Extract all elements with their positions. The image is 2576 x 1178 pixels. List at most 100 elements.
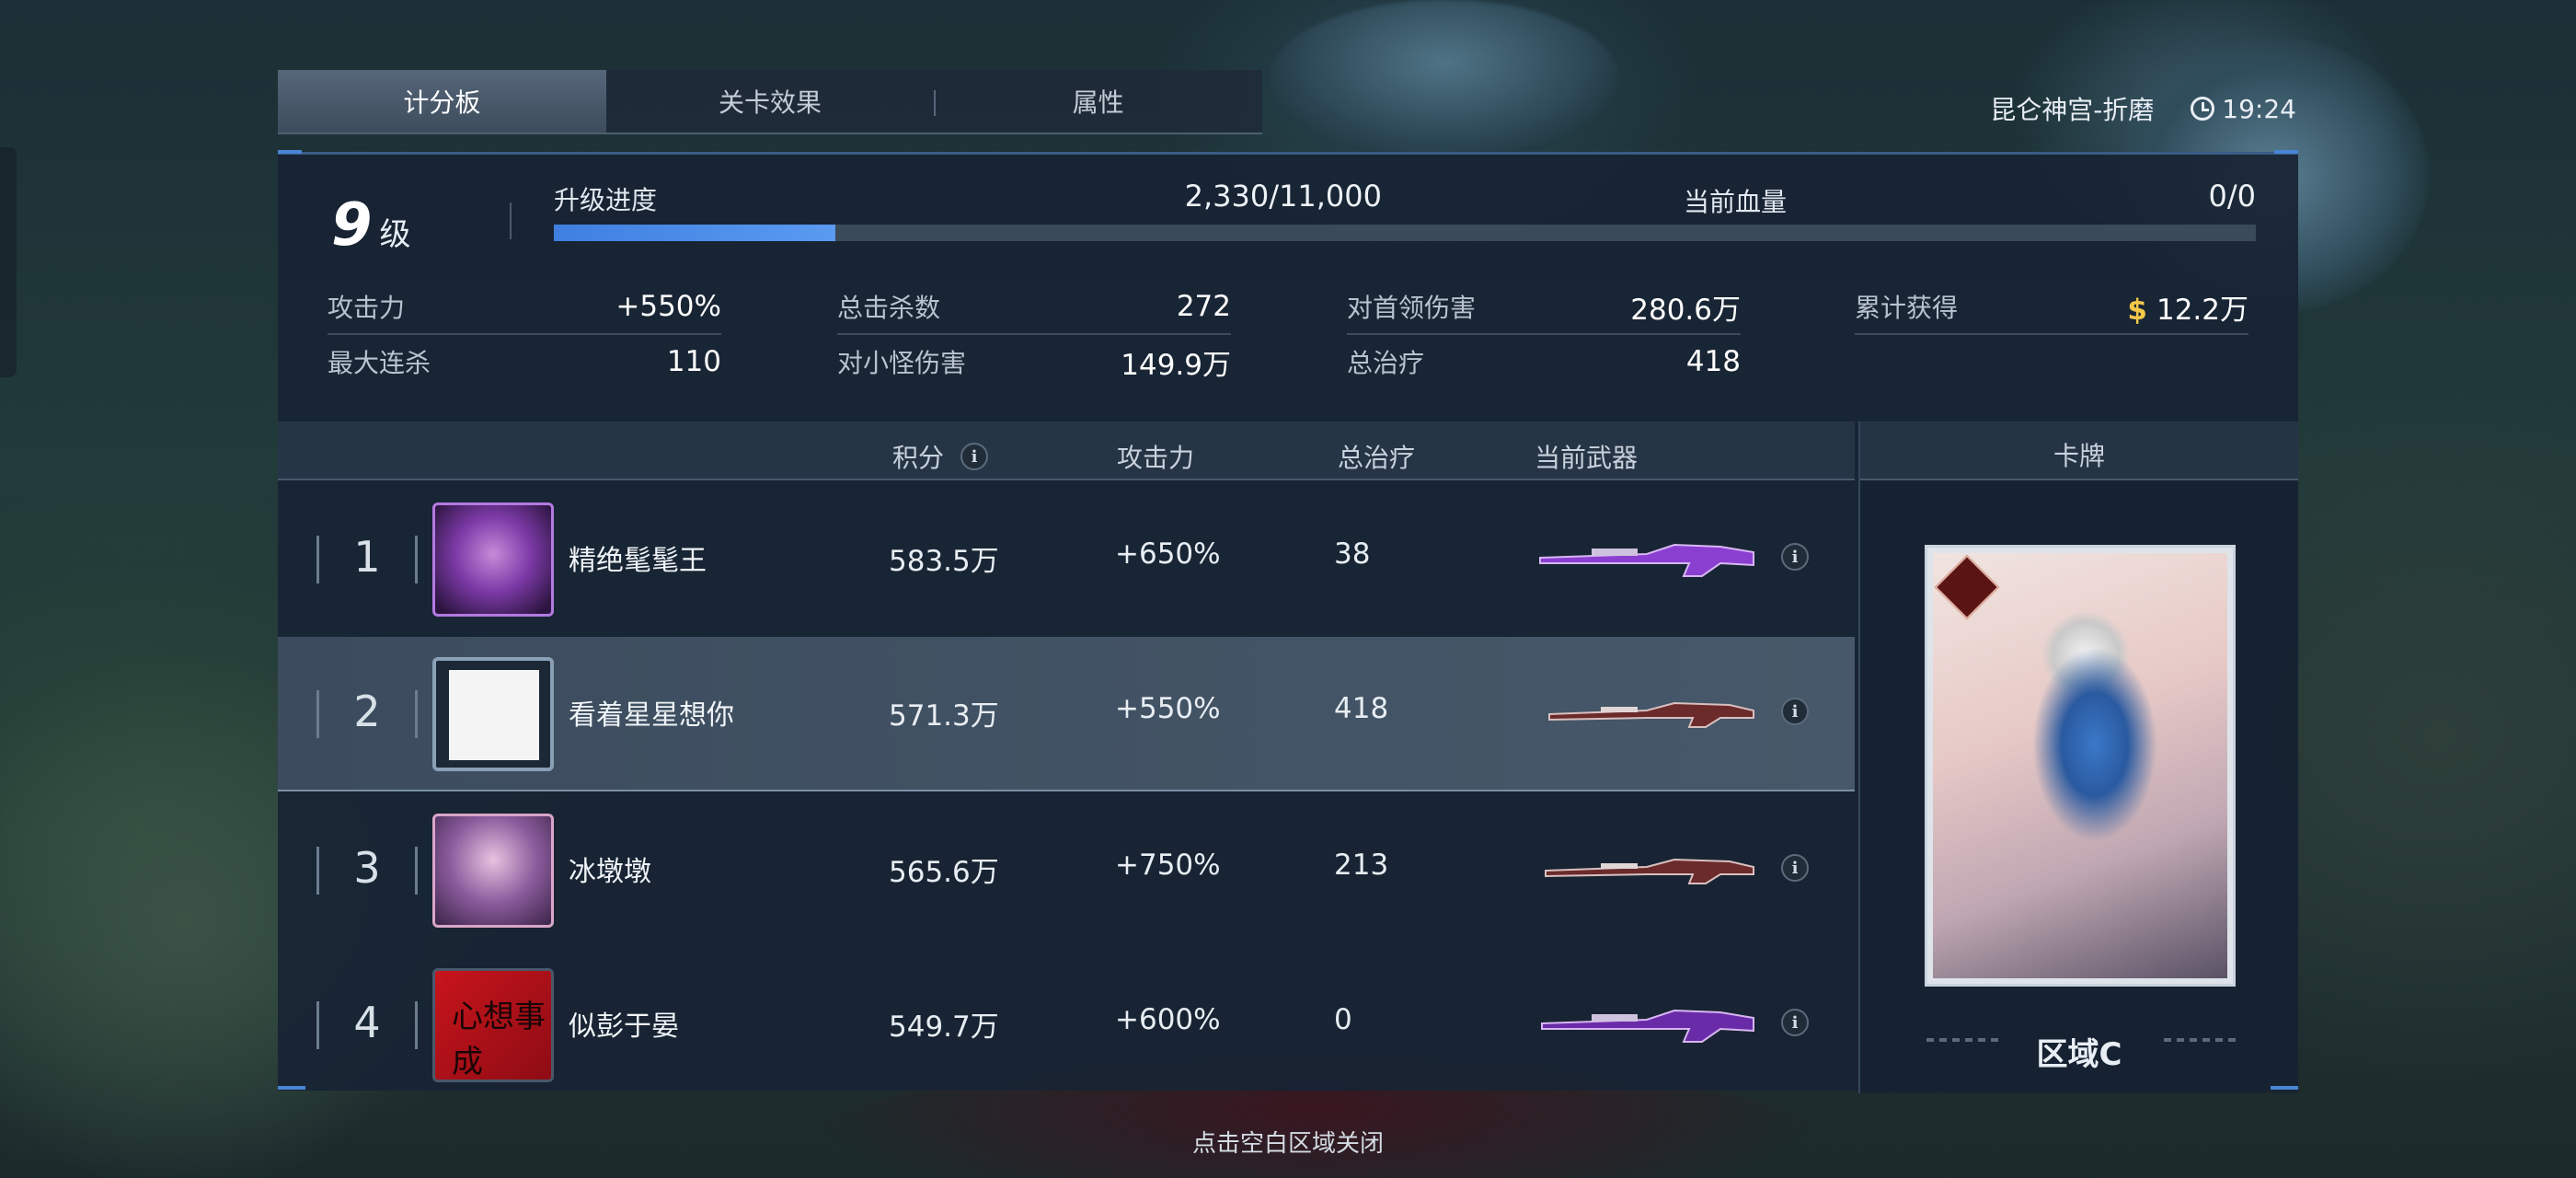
stat-boss-damage: 对首领伤害 280.6万 xyxy=(1347,280,1741,335)
close-hint[interactable]: 点击空白区域关闭 xyxy=(0,1125,2576,1159)
scoreboard-panel: 9 级 升级进度 2,330/11,000 当前血量 0/0 攻击力 +550%… xyxy=(278,152,2298,1093)
info-icon[interactable]: i xyxy=(1781,854,1809,882)
stat-label: 对首领伤害 xyxy=(1347,293,1477,323)
rank-badge: 1 xyxy=(316,508,418,611)
avatar[interactable]: 心想事成 xyxy=(432,968,554,1082)
avatar-image xyxy=(449,670,539,760)
column-label: 当前武器 xyxy=(1535,443,1639,473)
avatar[interactable] xyxy=(432,502,554,617)
player-score: 565.6万 xyxy=(889,856,999,889)
tab-label: 关卡效果 xyxy=(719,87,822,118)
earned-amount: 12.2万 xyxy=(2156,293,2248,327)
clock-icon xyxy=(2191,97,2215,121)
info-icon[interactable]: i xyxy=(1781,543,1809,571)
rank-number: 3 xyxy=(353,843,381,893)
avatar[interactable] xyxy=(432,657,554,771)
card-art xyxy=(1933,553,2227,978)
stat-label: 总击杀数 xyxy=(837,293,941,323)
player-name: 似彭于晏 xyxy=(569,1011,679,1043)
divider xyxy=(510,202,512,239)
player-name: 冰墩墩 xyxy=(569,856,651,888)
hp-label: 当前血量 xyxy=(1684,187,1788,217)
xp-progress-fill xyxy=(554,225,836,241)
player-heal: 0 xyxy=(1334,1003,1352,1036)
stat-label: 累计获得 xyxy=(1855,293,1959,323)
table-row[interactable]: 3 冰墩墩 565.6万 +750% 213 i xyxy=(278,793,1855,948)
rank-number: 1 xyxy=(353,532,381,582)
stat-total-heal: 总治疗 418 xyxy=(1347,335,1741,388)
tab-scoreboard[interactable]: 计分板 xyxy=(278,70,606,133)
rank-number: 2 xyxy=(353,687,381,736)
panel-corner xyxy=(2274,150,2298,154)
weapon-rifle-icon xyxy=(1536,536,1757,582)
table-row[interactable]: 2 看着星星想你 571.3万 +550% 418 i xyxy=(278,637,1855,791)
panel-corner xyxy=(2271,1086,2298,1090)
player-attack: +550% xyxy=(1115,692,1221,725)
player-name: 精绝髦髦王 xyxy=(569,545,707,577)
background-rock xyxy=(1270,0,1619,156)
card-image[interactable] xyxy=(1925,545,2236,987)
stat-total-kills: 总击杀数 272 xyxy=(837,280,1231,335)
stat-max-streak: 最大连杀 110 xyxy=(328,335,721,388)
stat-label: 攻击力 xyxy=(328,293,406,323)
tab-label: 属性 xyxy=(1072,87,1124,118)
player-heal: 213 xyxy=(1334,849,1389,882)
match-time: 19:24 xyxy=(2222,93,2296,124)
column-header-score: 积分 i xyxy=(892,438,989,475)
card-emblem-icon xyxy=(1934,554,2000,620)
column-label: 攻击力 xyxy=(1117,443,1195,473)
tab-attributes[interactable]: 属性 xyxy=(934,70,1262,133)
dollar-icon: $ xyxy=(2127,293,2147,327)
table-row[interactable]: 1 精绝髦髦王 583.5万 +650% 38 i xyxy=(278,482,1855,637)
player-attack: +650% xyxy=(1115,537,1221,571)
table-row[interactable]: 4 心想事成 似彭于晏 549.7万 +600% 0 i xyxy=(278,948,1855,1103)
xp-value: 2,330/11,000 xyxy=(1184,179,1382,214)
tab-stage-effects[interactable]: 关卡效果 xyxy=(606,70,935,133)
table-header: 积分 i 攻击力 总治疗 当前武器 xyxy=(278,422,1855,480)
stat-value: 149.9万 xyxy=(1121,348,1231,382)
player-level: 9 级 xyxy=(331,191,411,260)
weapon-rifle-icon xyxy=(1536,1001,1757,1047)
rank-badge: 4 xyxy=(316,974,418,1077)
rank-badge: 2 xyxy=(316,663,418,766)
player-score: 583.5万 xyxy=(889,545,999,578)
column-header-heal: 总治疗 xyxy=(1338,438,1415,475)
left-edge-handle xyxy=(0,147,17,377)
column-header-weapon: 当前武器 xyxy=(1535,438,1638,475)
card-name: 区域C xyxy=(2036,1036,2122,1073)
player-attack: +750% xyxy=(1115,849,1221,882)
card-panel: 卡牌 区域C xyxy=(1858,422,2298,1093)
hp-value: 0/0 xyxy=(2208,179,2257,214)
stat-label: 最大连杀 xyxy=(328,348,431,378)
level-number: 9 xyxy=(331,191,373,260)
stat-attack: 攻击力 +550% xyxy=(328,280,721,335)
player-attack: +600% xyxy=(1115,1003,1221,1036)
info-icon[interactable]: i xyxy=(1781,698,1809,725)
info-icon[interactable]: i xyxy=(1781,1009,1809,1036)
stat-label: 对小怪伤害 xyxy=(837,348,967,378)
weapon-rifle-icon xyxy=(1536,690,1757,736)
rank-badge: 3 xyxy=(316,819,418,922)
weapon-rifle-icon xyxy=(1536,847,1757,893)
info-icon[interactable]: i xyxy=(960,443,989,470)
player-heal: 418 xyxy=(1334,692,1389,725)
stat-earned: 累计获得 $12.2万 xyxy=(1855,280,2248,335)
card-header: 卡牌 xyxy=(1860,422,2298,480)
player-name: 看着星星想你 xyxy=(569,699,734,732)
stat-value: 110 xyxy=(666,345,721,378)
avatar-text: 心想事成 xyxy=(452,999,546,1080)
stat-value: +550% xyxy=(615,290,721,323)
xp-label: 升级进度 xyxy=(554,185,658,215)
match-clock: 19:24 xyxy=(2191,94,2296,124)
card-header-label: 卡牌 xyxy=(2053,441,2105,471)
player-heal: 38 xyxy=(1334,537,1371,571)
panel-corner xyxy=(278,1086,305,1090)
rank-number: 4 xyxy=(353,998,381,1047)
tab-label: 计分板 xyxy=(403,87,481,118)
avatar[interactable] xyxy=(432,814,554,928)
level-unit: 级 xyxy=(379,216,411,253)
location-name: 昆仑神宫-折磨 xyxy=(1990,95,2155,125)
stat-value: 418 xyxy=(1685,345,1741,378)
column-label: 总治疗 xyxy=(1338,443,1416,473)
stat-value: 272 xyxy=(1176,290,1231,323)
